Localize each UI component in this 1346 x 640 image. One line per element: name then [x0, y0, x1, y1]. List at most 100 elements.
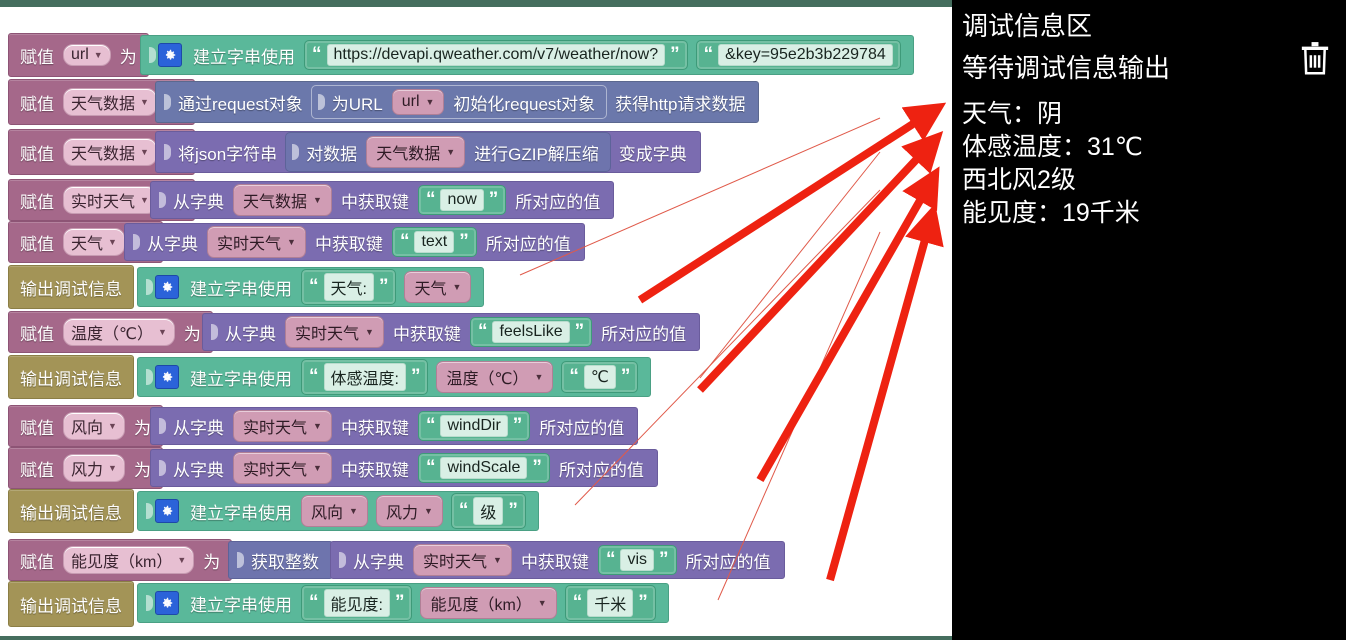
string-literal-km[interactable]: “ 千米 ”: [564, 585, 656, 621]
block-assign-temperature[interactable]: 赋值 温度（℃） ▼ 为: [8, 311, 213, 353]
quote-open-icon: “: [425, 189, 436, 210]
gear-icon[interactable]: [155, 591, 179, 615]
string-value[interactable]: windDir: [440, 415, 508, 437]
variable-name: url: [401, 93, 420, 110]
trash-icon[interactable]: [1298, 40, 1332, 76]
string-value[interactable]: 体感温度:: [323, 363, 406, 391]
string-literal-key-text[interactable]: “ text ”: [391, 227, 477, 257]
string-value[interactable]: 天气:: [323, 273, 374, 301]
dict-label-mid: 中获取键: [340, 192, 409, 212]
string-literal-level[interactable]: “ 级 ”: [450, 493, 526, 529]
variable-dropdown-temperature[interactable]: 温度（℃） ▼: [63, 318, 175, 346]
variable-getter-dict[interactable]: 实时天气 ▼: [207, 226, 306, 258]
request-url-label: 为URL: [331, 94, 383, 114]
variable-getter-dict[interactable]: 实时天气 ▼: [233, 452, 332, 484]
request-url-socket[interactable]: 为URL url ▼ 初始化request对象: [310, 85, 608, 119]
block-http-request[interactable]: 通过request对象 为URL url ▼ 初始化request对象 获得ht…: [155, 81, 760, 123]
variable-dropdown-windscale[interactable]: 风力 ▼: [63, 454, 125, 482]
variable-dropdown-weatherdata2[interactable]: 天气数据 ▼: [63, 138, 157, 166]
variable-dropdown-url[interactable]: url ▼: [63, 44, 111, 66]
block-dict-get-vis[interactable]: 从字典 实时天气 ▼ 中获取键 “ vis ” 所对应的值: [330, 541, 785, 579]
block-assign-url[interactable]: 赋值 url ▼ 为: [8, 33, 149, 77]
variable-getter-windscale[interactable]: 风力 ▼: [375, 495, 443, 527]
variable-dropdown-winddir[interactable]: 风向 ▼: [63, 412, 125, 440]
block-debug-output-visibility[interactable]: 输出调试信息: [8, 581, 134, 627]
assign-keyword: 赋值: [20, 460, 54, 480]
variable-getter-winddir[interactable]: 风向 ▼: [301, 495, 368, 527]
block-assign-winddir[interactable]: 赋值 风向 ▼ 为: [8, 405, 163, 447]
string-value[interactable]: https://devapi.qweather.com/v7/weather/n…: [326, 44, 666, 66]
block-assign-visibility[interactable]: 赋值 能见度（km） ▼ 为: [8, 539, 233, 581]
variable-getter-dict[interactable]: 实时天气 ▼: [233, 410, 332, 442]
string-literal-key-windscale[interactable]: “ windScale ”: [417, 453, 550, 483]
gear-icon[interactable]: [155, 275, 179, 299]
chevron-down-icon: ▼: [313, 421, 322, 431]
string-literal-key-feelslike[interactable]: “ feelsLike ”: [469, 317, 593, 347]
string-literal-key[interactable]: “ &key=95e2b3b229784: [695, 40, 901, 70]
variable-getter-dict[interactable]: 实时天气 ▼: [285, 316, 384, 348]
variable-getter-temperature[interactable]: 温度（℃） ▼: [436, 361, 554, 393]
dict-label-left: 从字典: [353, 552, 404, 572]
string-value[interactable]: 千米: [587, 589, 634, 617]
variable-name: 温度（℃）: [446, 371, 529, 388]
socket-notch: [211, 324, 218, 340]
variable-getter-dict[interactable]: 天气数据 ▼: [233, 184, 332, 216]
variable-getter-dict[interactable]: 实时天气 ▼: [413, 544, 512, 576]
block-create-text-weather[interactable]: 建立字串使用 “ 天气: ” 天气 ▼: [137, 267, 485, 307]
block-dict-get-now[interactable]: 从字典 天气数据 ▼ 中获取键 “ now ” 所对应的值: [150, 181, 615, 219]
block-dict-get-feelslike[interactable]: 从字典 实时天气 ▼ 中获取键 “ feelsLike ” 所对应的值: [202, 313, 701, 351]
string-literal-key-winddir[interactable]: “ windDir ”: [417, 411, 531, 441]
gear-icon[interactable]: [155, 365, 179, 389]
string-literal-key-vis[interactable]: “ vis ”: [597, 545, 677, 575]
block-dict-get-winddir[interactable]: 从字典 实时天气 ▼ 中获取键 “ windDir ” 所对应的值: [150, 407, 639, 445]
block-dict-get-windscale[interactable]: 从字典 实时天气 ▼ 中获取键 “ windScale ” 所对应的值: [150, 449, 658, 487]
debug-line-wind: 西北风2级: [962, 166, 1076, 194]
variable-dropdown-weatherdata[interactable]: 天气数据 ▼: [63, 88, 157, 116]
string-value[interactable]: text: [414, 231, 455, 253]
string-literal-key-now[interactable]: “ now ”: [417, 185, 507, 215]
assign-keyword: 赋值: [20, 324, 54, 344]
gzip-socket[interactable]: 对数据 天气数据 ▼ 进行GZIP解压缩: [285, 132, 611, 172]
string-value[interactable]: 级: [473, 497, 504, 525]
string-literal-vis-prefix[interactable]: “ 能见度: ”: [301, 585, 413, 621]
gear-icon[interactable]: [158, 43, 182, 67]
block-assign-windscale[interactable]: 赋值 风力 ▼ 为: [8, 447, 163, 489]
string-literal-temp-prefix[interactable]: “ 体感温度: ”: [301, 359, 429, 395]
block-create-text-url[interactable]: 建立字串使用 “ https://devapi.qweather.com/v7/…: [140, 35, 914, 75]
block-create-text-visibility[interactable]: 建立字串使用 “ 能见度: ” 能见度（km） ▼ “ 千米 ”: [137, 583, 669, 623]
variable-getter-weather[interactable]: 天气 ▼: [404, 271, 472, 303]
string-value[interactable]: ℃: [583, 365, 616, 389]
variable-dropdown-weather[interactable]: 天气 ▼: [63, 228, 125, 256]
string-literal-weather-prefix[interactable]: “ 天气: ”: [301, 269, 397, 305]
string-literal-celsius[interactable]: “ ℃ ”: [561, 361, 639, 393]
block-create-text-temperature[interactable]: 建立字串使用 “ 体感温度: ” 温度（℃） ▼ “ ℃ ”: [137, 357, 652, 397]
variable-getter-url[interactable]: url ▼: [391, 89, 445, 115]
variable-dropdown-visibility[interactable]: 能见度（km） ▼: [63, 546, 195, 574]
string-literal-url[interactable]: “ https://devapi.qweather.com/v7/weather…: [304, 40, 688, 70]
quote-close-icon: ”: [659, 549, 669, 570]
variable-dropdown-realtime[interactable]: 实时天气 ▼: [63, 186, 157, 214]
json-label-right: 变成字典: [618, 144, 687, 164]
chevron-down-icon: ▼: [177, 555, 187, 565]
debug-waiting-message: 等待调试信息输出: [962, 53, 1171, 83]
block-to-integer[interactable]: 获取整数: [228, 541, 333, 579]
string-value[interactable]: windScale: [440, 457, 528, 479]
block-debug-output-wind[interactable]: 输出调试信息: [8, 489, 134, 533]
block-debug-output-weather[interactable]: 输出调试信息: [8, 265, 134, 309]
block-json-to-dict[interactable]: 将json字符串 对数据 天气数据 ▼ 进行GZIP解压缩 变成字典: [155, 131, 701, 173]
variable-getter-weatherdata[interactable]: 天气数据 ▼: [366, 136, 466, 168]
quote-close-icon: ”: [670, 44, 680, 65]
string-value[interactable]: now: [440, 189, 484, 211]
variable-getter-visibility[interactable]: 能见度（km） ▼: [420, 587, 557, 619]
quote-open-icon: “: [703, 44, 714, 65]
block-debug-output-temperature[interactable]: 输出调试信息: [8, 355, 134, 399]
quote-open-icon: “: [309, 592, 319, 613]
blockly-workspace[interactable]: 赋值 url ▼ 为 建立字串使用 “ https://devapi.qweat…: [0, 0, 952, 640]
string-value[interactable]: vis: [620, 549, 654, 571]
block-dict-get-text[interactable]: 从字典 实时天气 ▼ 中获取键 “ text ” 所对应的值: [124, 223, 585, 261]
string-value[interactable]: feelsLike: [492, 321, 570, 343]
block-create-text-wind[interactable]: 建立字串使用 风向 ▼ 风力 ▼ “ 级 ”: [137, 491, 539, 531]
string-value[interactable]: 能见度:: [323, 589, 390, 617]
gear-icon[interactable]: [155, 499, 179, 523]
string-value[interactable]: &key=95e2b3b229784: [718, 44, 893, 66]
